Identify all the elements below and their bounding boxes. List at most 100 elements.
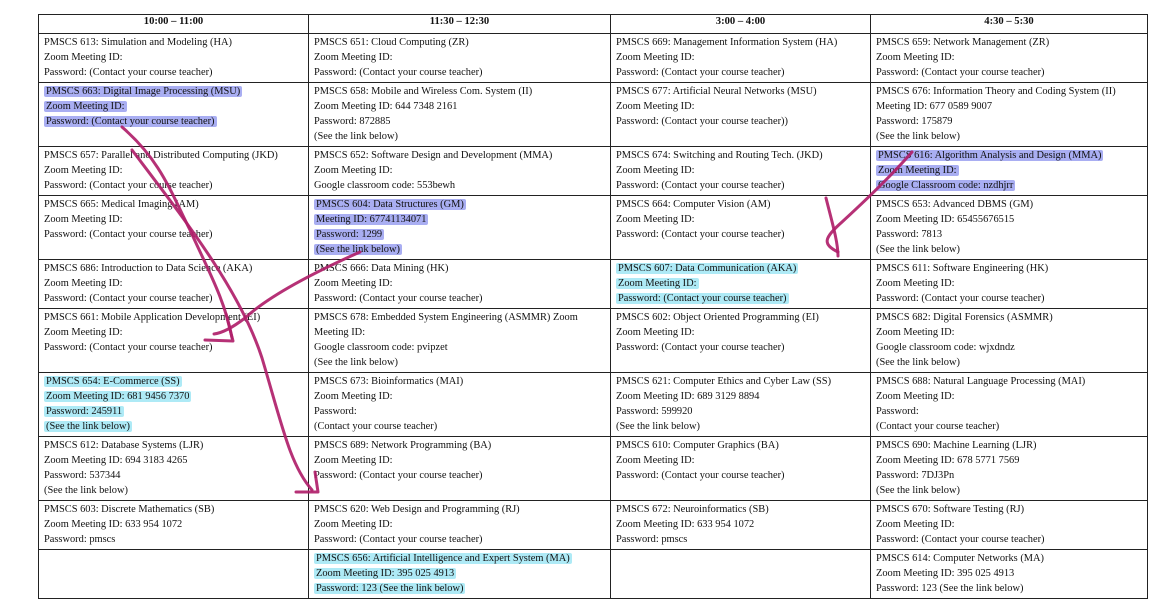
course-detail-line: Password: (Contact your course teacher) <box>616 178 865 193</box>
course-detail-line: Zoom Meeting ID: 633 954 1072 <box>616 517 865 532</box>
course-text: PMSCS 614: Computer Networks (MA) <box>876 553 1044 564</box>
course-detail-line: (See the link below) <box>314 242 605 257</box>
course-title: PMSCS 674: Switching and Routing Tech. (… <box>616 148 865 163</box>
course-text: PMSCS 651: Cloud Computing (ZR) <box>314 37 469 48</box>
course-detail-line: Password: pmscs <box>44 532 303 547</box>
course-text: Zoom Meeting ID: <box>44 278 123 289</box>
course-cell: PMSCS 616: Algorithm Analysis and Design… <box>870 146 1148 196</box>
course-detail-line: Password: 872885 <box>314 114 605 129</box>
course-detail-line: Password: (Contact your course teacher)) <box>616 114 865 129</box>
course-cell: PMSCS 682: Digital Forensics (ASMMR) Zoom… <box>870 308 1148 373</box>
course-title: PMSCS 690: Machine Learning (LJR) <box>876 438 1142 453</box>
course-detail-line: Google classroom code: pvipzet <box>314 340 605 355</box>
course-text: PMSCS 682: Digital Forensics (ASMMR) <box>876 312 1053 323</box>
course-text: Google classroom code: 553bewh <box>314 180 456 191</box>
course-text: PMSCS 678: Embedded System Engineering (… <box>314 312 578 323</box>
course-cell: PMSCS 654: E-Commerce (SS) Zoom Meeting I… <box>38 372 309 437</box>
course-detail-line: Password: (Contact your course teacher) <box>616 291 865 306</box>
course-title: PMSCS 686: Introduction to Data Science … <box>44 261 303 276</box>
course-title: PMSCS 689: Network Programming (BA) <box>314 438 605 453</box>
course-detail-line: Password: (Contact your course teacher) <box>876 532 1142 547</box>
course-text: Zoom Meeting ID: <box>616 52 695 63</box>
course-detail-line: Password: 175879 <box>876 114 1142 129</box>
course-text: Password: (Contact your course teacher) <box>876 534 1045 545</box>
course-title: PMSCS 611: Software Engineering (HK) <box>876 261 1142 276</box>
course-text: Password: (Contact your course teacher) <box>876 293 1045 304</box>
schedule-row: PMSCS 686: Introduction to Data Science … <box>38 259 1148 309</box>
course-cell: PMSCS 613: Simulation and Modeling (HA) Z… <box>38 33 309 83</box>
course-detail-line: Password: (Contact your course teacher) <box>876 65 1142 80</box>
course-text: PMSCS 689: Network Programming (BA) <box>314 440 492 451</box>
course-title: PMSCS 651: Cloud Computing (ZR) <box>314 35 605 50</box>
course-detail-line: (See the link below) <box>876 129 1142 144</box>
course-text: (See the link below) <box>314 357 398 368</box>
course-text: Password: (Contact your course teacher) <box>616 470 785 481</box>
course-detail-line: Zoom Meeting ID: <box>616 163 865 178</box>
course-cell: PMSCS 620: Web Design and Programming (R… <box>308 500 611 550</box>
course-text: Password: 7DJ3Pn <box>876 470 955 481</box>
course-text: Zoom Meeting ID: 678 5771 7569 <box>876 455 1020 466</box>
course-detail-line: Password: (Contact your course teacher) <box>616 227 865 242</box>
course-text: PMSCS 621: Computer Ethics and Cyber Law… <box>616 376 832 387</box>
course-text: Password: (Contact your course teacher) <box>616 67 785 78</box>
course-detail-line: Zoom Meeting ID: 395 025 4913 <box>876 566 1142 581</box>
course-title: PMSCS 604: Data Structures (GM) <box>314 197 605 212</box>
course-detail-line: Zoom Meeting ID: 689 3129 8894 <box>616 389 865 404</box>
course-text: Zoom Meeting ID: <box>616 101 695 112</box>
course-text: Password: 123 (See the link below) <box>876 583 1024 594</box>
schedule-row: PMSCS 663: Digital Image Processing (MSU… <box>38 82 1148 147</box>
course-title: PMSCS 607: Data Communication (AKA) <box>616 261 865 276</box>
course-title: PMSCS 676: Information Theory and Coding… <box>876 84 1142 99</box>
course-detail-line: Zoom Meeting ID: <box>876 276 1142 291</box>
course-detail-line: Zoom Meeting ID: <box>44 99 303 114</box>
course-text: Zoom Meeting ID: 395 025 4913 <box>876 568 1015 579</box>
course-text: Zoom Meeting ID: <box>44 214 123 225</box>
course-text: Google classroom code: pvipzet <box>314 342 448 353</box>
course-detail-line: (Contact your course teacher) <box>876 419 1142 434</box>
course-detail-line: Password: <box>876 404 1142 419</box>
course-text: Zoom Meeting ID: <box>616 327 695 338</box>
course-text: Password: (Contact your course teacher) <box>44 67 213 78</box>
course-text: Zoom Meeting ID: 694 3183 4265 <box>44 455 188 466</box>
course-cell: PMSCS 656: Artificial Intelligence and E… <box>308 549 611 599</box>
course-text: Password: (Contact your course teacher)) <box>616 116 788 127</box>
course-detail-line: Zoom Meeting ID: 65455676515 <box>876 212 1142 227</box>
course-detail-line: Zoom Meeting ID: 678 5771 7569 <box>876 453 1142 468</box>
course-text: Zoom Meeting ID: <box>314 455 393 466</box>
course-cell: PMSCS 664: Computer Vision (AM) Zoom Meet… <box>610 195 871 260</box>
course-title: PMSCS 663: Digital Image Processing (MSU… <box>44 84 303 99</box>
course-text: Password: (Contact your course teacher) <box>616 342 785 353</box>
course-text: (See the link below) <box>876 131 960 142</box>
course-text: Password: 537344 <box>44 470 121 481</box>
course-text: PMSCS 665: Medical Imaging (AM) <box>44 199 199 210</box>
course-text: PMSCS 620: Web Design and Programming (R… <box>314 504 520 515</box>
course-text: (See the link below) <box>616 421 700 432</box>
course-detail-line: Password: (Contact your course teacher) <box>616 65 865 80</box>
schedule-body: PMSCS 613: Simulation and Modeling (HA) Z… <box>38 33 1148 599</box>
course-title: PMSCS 616: Algorithm Analysis and Design… <box>876 148 1142 163</box>
course-text: Password: (Contact your course teacher) <box>314 293 483 304</box>
schedule-header: 10:00 – 11:00 11:30 – 12:30 3:00 – 4:00 … <box>38 14 1148 34</box>
course-detail-line: Meeting ID: 677 0589 9007 <box>876 99 1142 114</box>
course-detail-line: Password: 599920 <box>616 404 865 419</box>
course-detail-line: (See the link below) <box>314 129 605 144</box>
course-detail-line: Google Classroom code: nzdhjrr <box>876 178 1142 193</box>
course-title: PMSCS 610: Computer Graphics (BA) <box>616 438 865 453</box>
time-slot-1: 10:00 – 11:00 <box>38 14 309 34</box>
course-text: Password: <box>314 406 357 417</box>
course-text: Meeting ID: 677 0589 9007 <box>876 101 993 112</box>
course-text: PMSCS 607: Data Communication (AKA) <box>616 263 799 274</box>
course-text: PMSCS 674: Switching and Routing Tech. (… <box>616 150 823 161</box>
course-cell: PMSCS 690: Machine Learning (LJR) Zoom Me… <box>870 436 1148 501</box>
course-title: PMSCS 654: E-Commerce (SS) <box>44 374 303 389</box>
course-cell: PMSCS 669: Management Information System… <box>610 33 871 83</box>
course-text: Meeting ID: <box>314 327 366 338</box>
course-text: Google Classroom code: nzdhjrr <box>876 180 1016 191</box>
course-detail-line: Password: (Contact your course teacher) <box>44 114 303 129</box>
course-cell: PMSCS 657: Parallel and Distributed Comp… <box>38 146 309 196</box>
course-detail-line: Zoom Meeting ID: <box>616 212 865 227</box>
course-detail-line: Password: (Contact your course teacher) <box>314 291 605 306</box>
course-title: PMSCS 682: Digital Forensics (ASMMR) <box>876 310 1142 325</box>
course-text: (See the link below) <box>876 244 960 255</box>
course-cell: PMSCS 686: Introduction to Data Science … <box>38 259 309 309</box>
